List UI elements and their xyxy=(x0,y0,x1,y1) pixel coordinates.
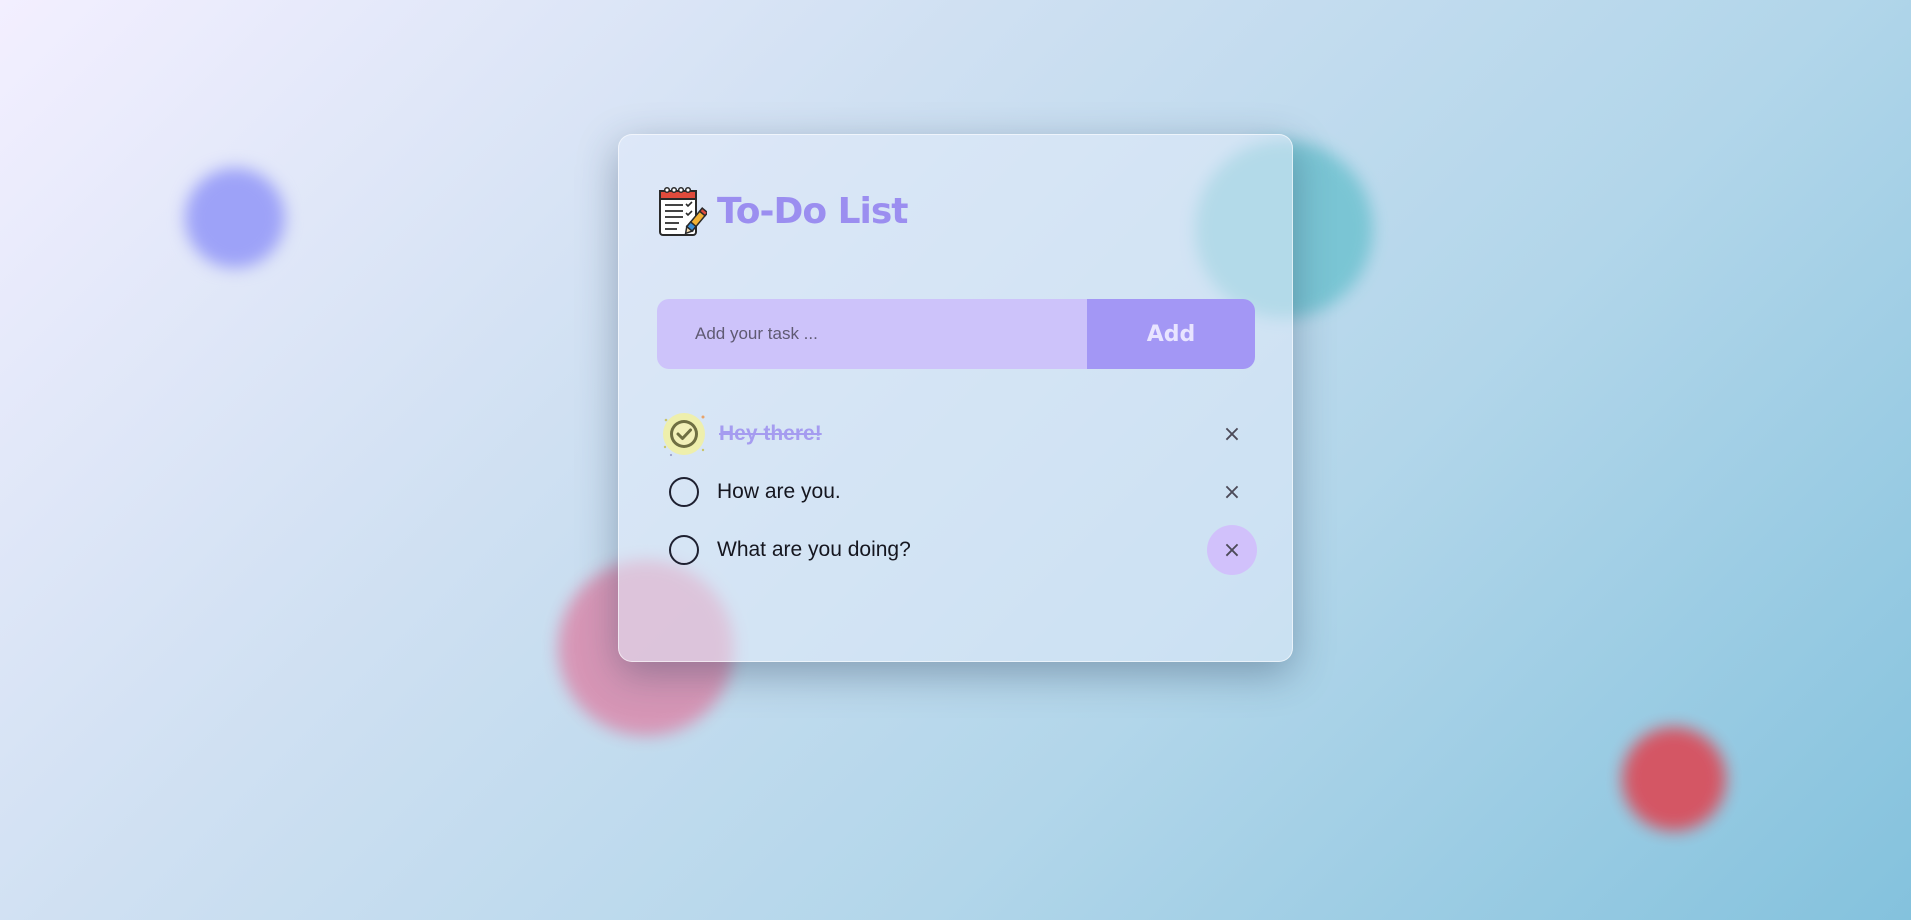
close-icon: × xyxy=(1222,421,1242,447)
task-item[interactable]: What are you doing? × xyxy=(657,521,1257,579)
task-input[interactable] xyxy=(657,299,1087,369)
page-title: To-Do List xyxy=(717,190,909,232)
task-text: Hey there! xyxy=(719,422,822,445)
todo-card: To-Do List Add Hey there! xyxy=(618,134,1293,662)
remove-task-button[interactable]: × xyxy=(1207,409,1257,459)
task-list: Hey there! × How are you. × What are you… xyxy=(657,405,1257,579)
close-icon: × xyxy=(1222,479,1242,505)
remove-task-button[interactable]: × xyxy=(1207,467,1257,517)
header: To-Do List xyxy=(657,185,909,237)
background-blob-red xyxy=(1622,727,1726,831)
task-item[interactable]: Hey there! × xyxy=(657,405,1257,463)
task-input-row: Add xyxy=(657,299,1255,369)
notepad-checklist-icon xyxy=(657,185,709,237)
unchecked-circle-icon[interactable] xyxy=(669,535,699,565)
close-icon: × xyxy=(1222,537,1242,563)
checked-circle-icon[interactable] xyxy=(659,409,709,459)
task-text: How are you. xyxy=(717,480,841,503)
task-text: What are you doing? xyxy=(717,538,911,561)
remove-task-button[interactable]: × xyxy=(1207,525,1257,575)
unchecked-circle-icon[interactable] xyxy=(669,477,699,507)
background-blob-purple xyxy=(185,168,285,268)
task-item[interactable]: How are you. × xyxy=(657,463,1257,521)
add-button[interactable]: Add xyxy=(1087,299,1255,369)
